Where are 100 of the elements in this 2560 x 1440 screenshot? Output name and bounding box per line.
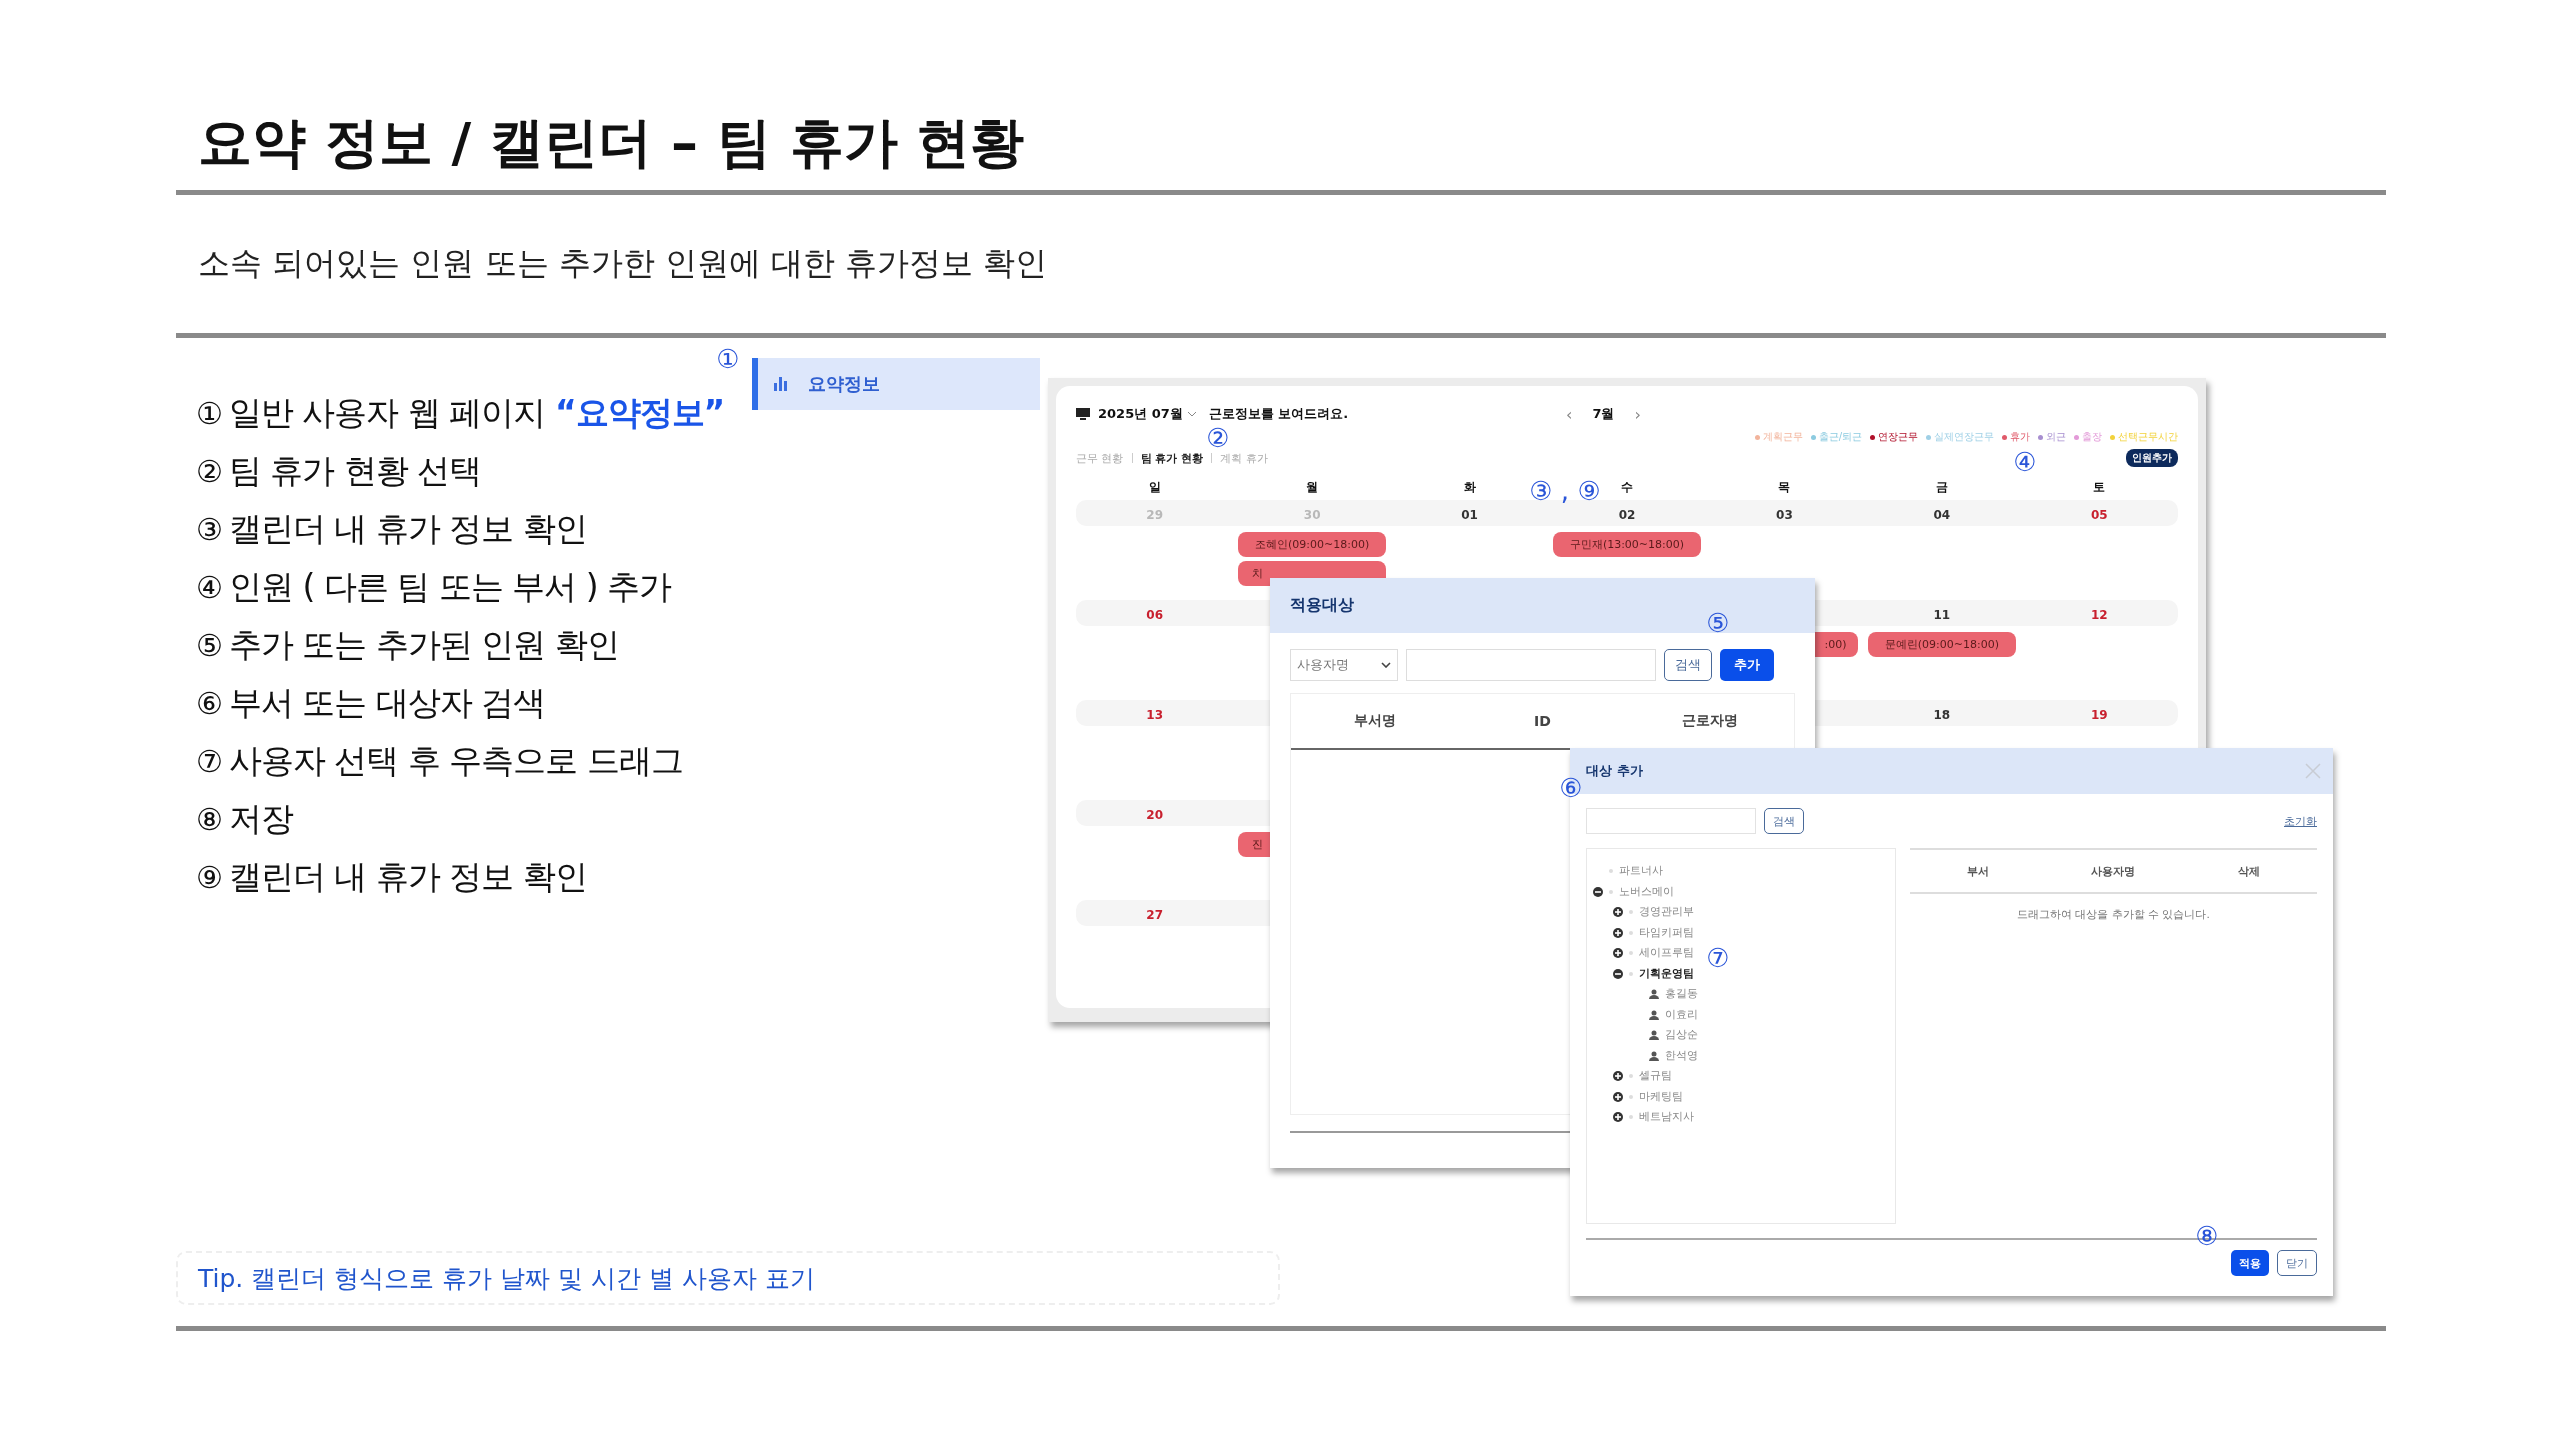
bar-chart-icon — [774, 377, 790, 391]
legend-label: 계획근무 — [1762, 430, 1803, 444]
search-field[interactable] — [1586, 808, 1756, 834]
column-header: 근로자명 — [1681, 712, 1740, 730]
collapse-icon[interactable] — [1613, 968, 1623, 979]
legend-label: 연장근무 — [1878, 430, 1918, 444]
tip-text: Tip. 캘린더 형식으로 휴가 날짜 및 시간 별 사용자 표기 — [198, 1262, 815, 1295]
person-icon — [1649, 1009, 1659, 1020]
close-button[interactable]: 닫기 — [2277, 1250, 2317, 1276]
callout-number: ⑧ — [2195, 1221, 2219, 1251]
date-number: 27 — [1146, 907, 1164, 922]
previous-month-button[interactable]: ‹ — [1566, 404, 1573, 424]
legend-label: 실제연장근무 — [1934, 430, 1994, 444]
tree-item[interactable]: 노버스메이 — [1619, 884, 1674, 899]
chevron-down-icon — [1381, 662, 1391, 668]
search-field[interactable] — [1406, 649, 1656, 681]
date-number: 18 — [1933, 707, 1951, 722]
calendar-tab[interactable]: 계획 휴가 — [1220, 450, 1268, 466]
column-header: 부서명 — [1352, 712, 1397, 730]
callout-number: ③ , ⑨ — [1529, 476, 1601, 506]
date-number: 29 — [1146, 507, 1164, 522]
collapse-icon[interactable] — [1593, 886, 1603, 897]
column-header: 부서 — [1965, 863, 1990, 879]
callout-number: ① — [716, 344, 740, 374]
expand-icon[interactable] — [1613, 1071, 1623, 1082]
column-header: ID — [1533, 713, 1552, 729]
weekday-header: 토 — [2093, 478, 2106, 496]
step-number: ⑦ — [196, 743, 223, 779]
tree-item[interactable]: 이효리 — [1665, 1007, 1698, 1022]
leave-event[interactable]: 조혜인(09:00~18:00) — [1238, 532, 1387, 557]
expand-icon[interactable] — [1613, 907, 1623, 918]
step-number: ⑥ — [196, 685, 223, 721]
callout-number: ② — [1206, 423, 1230, 453]
callout-number: ⑥ — [1559, 773, 1583, 803]
tree-item[interactable]: 베트남지사 — [1639, 1110, 1694, 1125]
tree-item[interactable]: 세이프루팀 — [1639, 946, 1694, 961]
date-number: 01 — [1461, 507, 1478, 522]
calendar-message: 근로정보를 보여드려요. — [1208, 405, 1349, 423]
tree-item[interactable]: 셀규팀 — [1639, 1069, 1672, 1084]
next-month-button[interactable]: › — [1634, 404, 1641, 424]
legend-label: 휴가 — [2010, 430, 2030, 444]
step-number: ⑨ — [196, 859, 223, 895]
slide-subtitle: 소속 되어있는 인원 또는 추가한 인원에 대한 휴가정보 확인 — [198, 243, 1049, 283]
search-type-select[interactable]: 사용자명 — [1290, 649, 1398, 681]
step-text: 캘린더 내 휴가 정보 확인 — [228, 507, 587, 550]
date-number: 11 — [1933, 607, 1951, 622]
column-header: 삭제 — [2237, 863, 2262, 879]
sidebar-item[interactable]: 요약정보 — [752, 358, 1040, 410]
date-number: 06 — [1146, 607, 1164, 622]
tree-item[interactable]: 홍길동 — [1665, 987, 1698, 1002]
date-number: 13 — [1146, 707, 1164, 722]
legend-label: 출장 — [2082, 430, 2102, 444]
calendar-tab[interactable]: 팀 휴가 현황 — [1140, 450, 1204, 466]
expand-icon[interactable] — [1613, 948, 1623, 959]
person-icon — [1649, 1050, 1659, 1061]
weekday-header: 수 — [1621, 478, 1633, 496]
legend-label: 출근/퇴근 — [1818, 430, 1862, 444]
weekday-header: 목 — [1778, 478, 1791, 496]
add-people-button[interactable]: 인원추가 — [2126, 449, 2178, 467]
date-number: 20 — [1146, 807, 1164, 822]
chevron-down-icon — [1186, 411, 1197, 417]
weekday-header: 금 — [1935, 478, 1948, 496]
expand-icon[interactable] — [1613, 927, 1623, 938]
callout-number: ⑤ — [1706, 608, 1730, 638]
tree-item[interactable]: 마케팅팀 — [1639, 1089, 1683, 1104]
tree-item[interactable]: 한석영 — [1665, 1048, 1698, 1063]
weekday-header: 월 — [1306, 478, 1319, 496]
leave-event[interactable]: 문예린(09:00~18:00) — [1867, 632, 2016, 657]
month-select[interactable]: 2025년 07월 — [1098, 405, 1183, 423]
apply-button[interactable]: 적용 — [2231, 1250, 2269, 1276]
step-number: ② — [196, 453, 223, 489]
add-button[interactable]: 추가 — [1720, 649, 1774, 681]
expand-icon[interactable] — [1613, 1112, 1623, 1123]
slide-title: 요약 정보 / 캘린더 – 팀 휴가 현황 — [198, 110, 1026, 176]
date-number: 02 — [1618, 507, 1636, 522]
step-text: 추가 또는 추가된 인원 확인 — [228, 623, 619, 666]
step-number: ① — [196, 395, 223, 431]
search-button[interactable]: 검색 — [1664, 649, 1712, 681]
date-number: 04 — [1933, 507, 1951, 522]
step-text: 저장 — [228, 797, 293, 840]
expand-icon[interactable] — [1613, 1091, 1623, 1102]
tree-item[interactable]: 경영관리부 — [1639, 905, 1694, 920]
search-button[interactable]: 검색 — [1764, 808, 1804, 834]
month-label: 7월 — [1592, 405, 1615, 423]
step-number: ③ — [196, 511, 223, 547]
date-number: 05 — [2090, 507, 2108, 522]
date-number: 12 — [2090, 607, 2108, 622]
weekday-header: 일 — [1148, 478, 1161, 496]
calendar-tab[interactable]: 근무 현황 — [1076, 450, 1124, 466]
tree-item[interactable]: 파트너사 — [1619, 864, 1663, 879]
monitor-icon — [1076, 408, 1090, 420]
dialog-title: 적용대상 — [1290, 595, 1354, 616]
tree-item[interactable]: 타임키퍼팀 — [1639, 925, 1694, 940]
step-text: 캘린더 내 휴가 정보 확인 — [228, 855, 587, 898]
reset-link[interactable]: 초기화 — [2284, 813, 2317, 829]
legend-label: 외근 — [2046, 430, 2066, 444]
tree-item[interactable]: 김상순 — [1665, 1028, 1698, 1043]
leave-event[interactable]: 구민재(13:00~18:00) — [1553, 532, 1701, 557]
legend-label: 선택근무시간 — [2118, 430, 2178, 444]
tree-item[interactable]: 기획운영팀 — [1639, 966, 1694, 981]
